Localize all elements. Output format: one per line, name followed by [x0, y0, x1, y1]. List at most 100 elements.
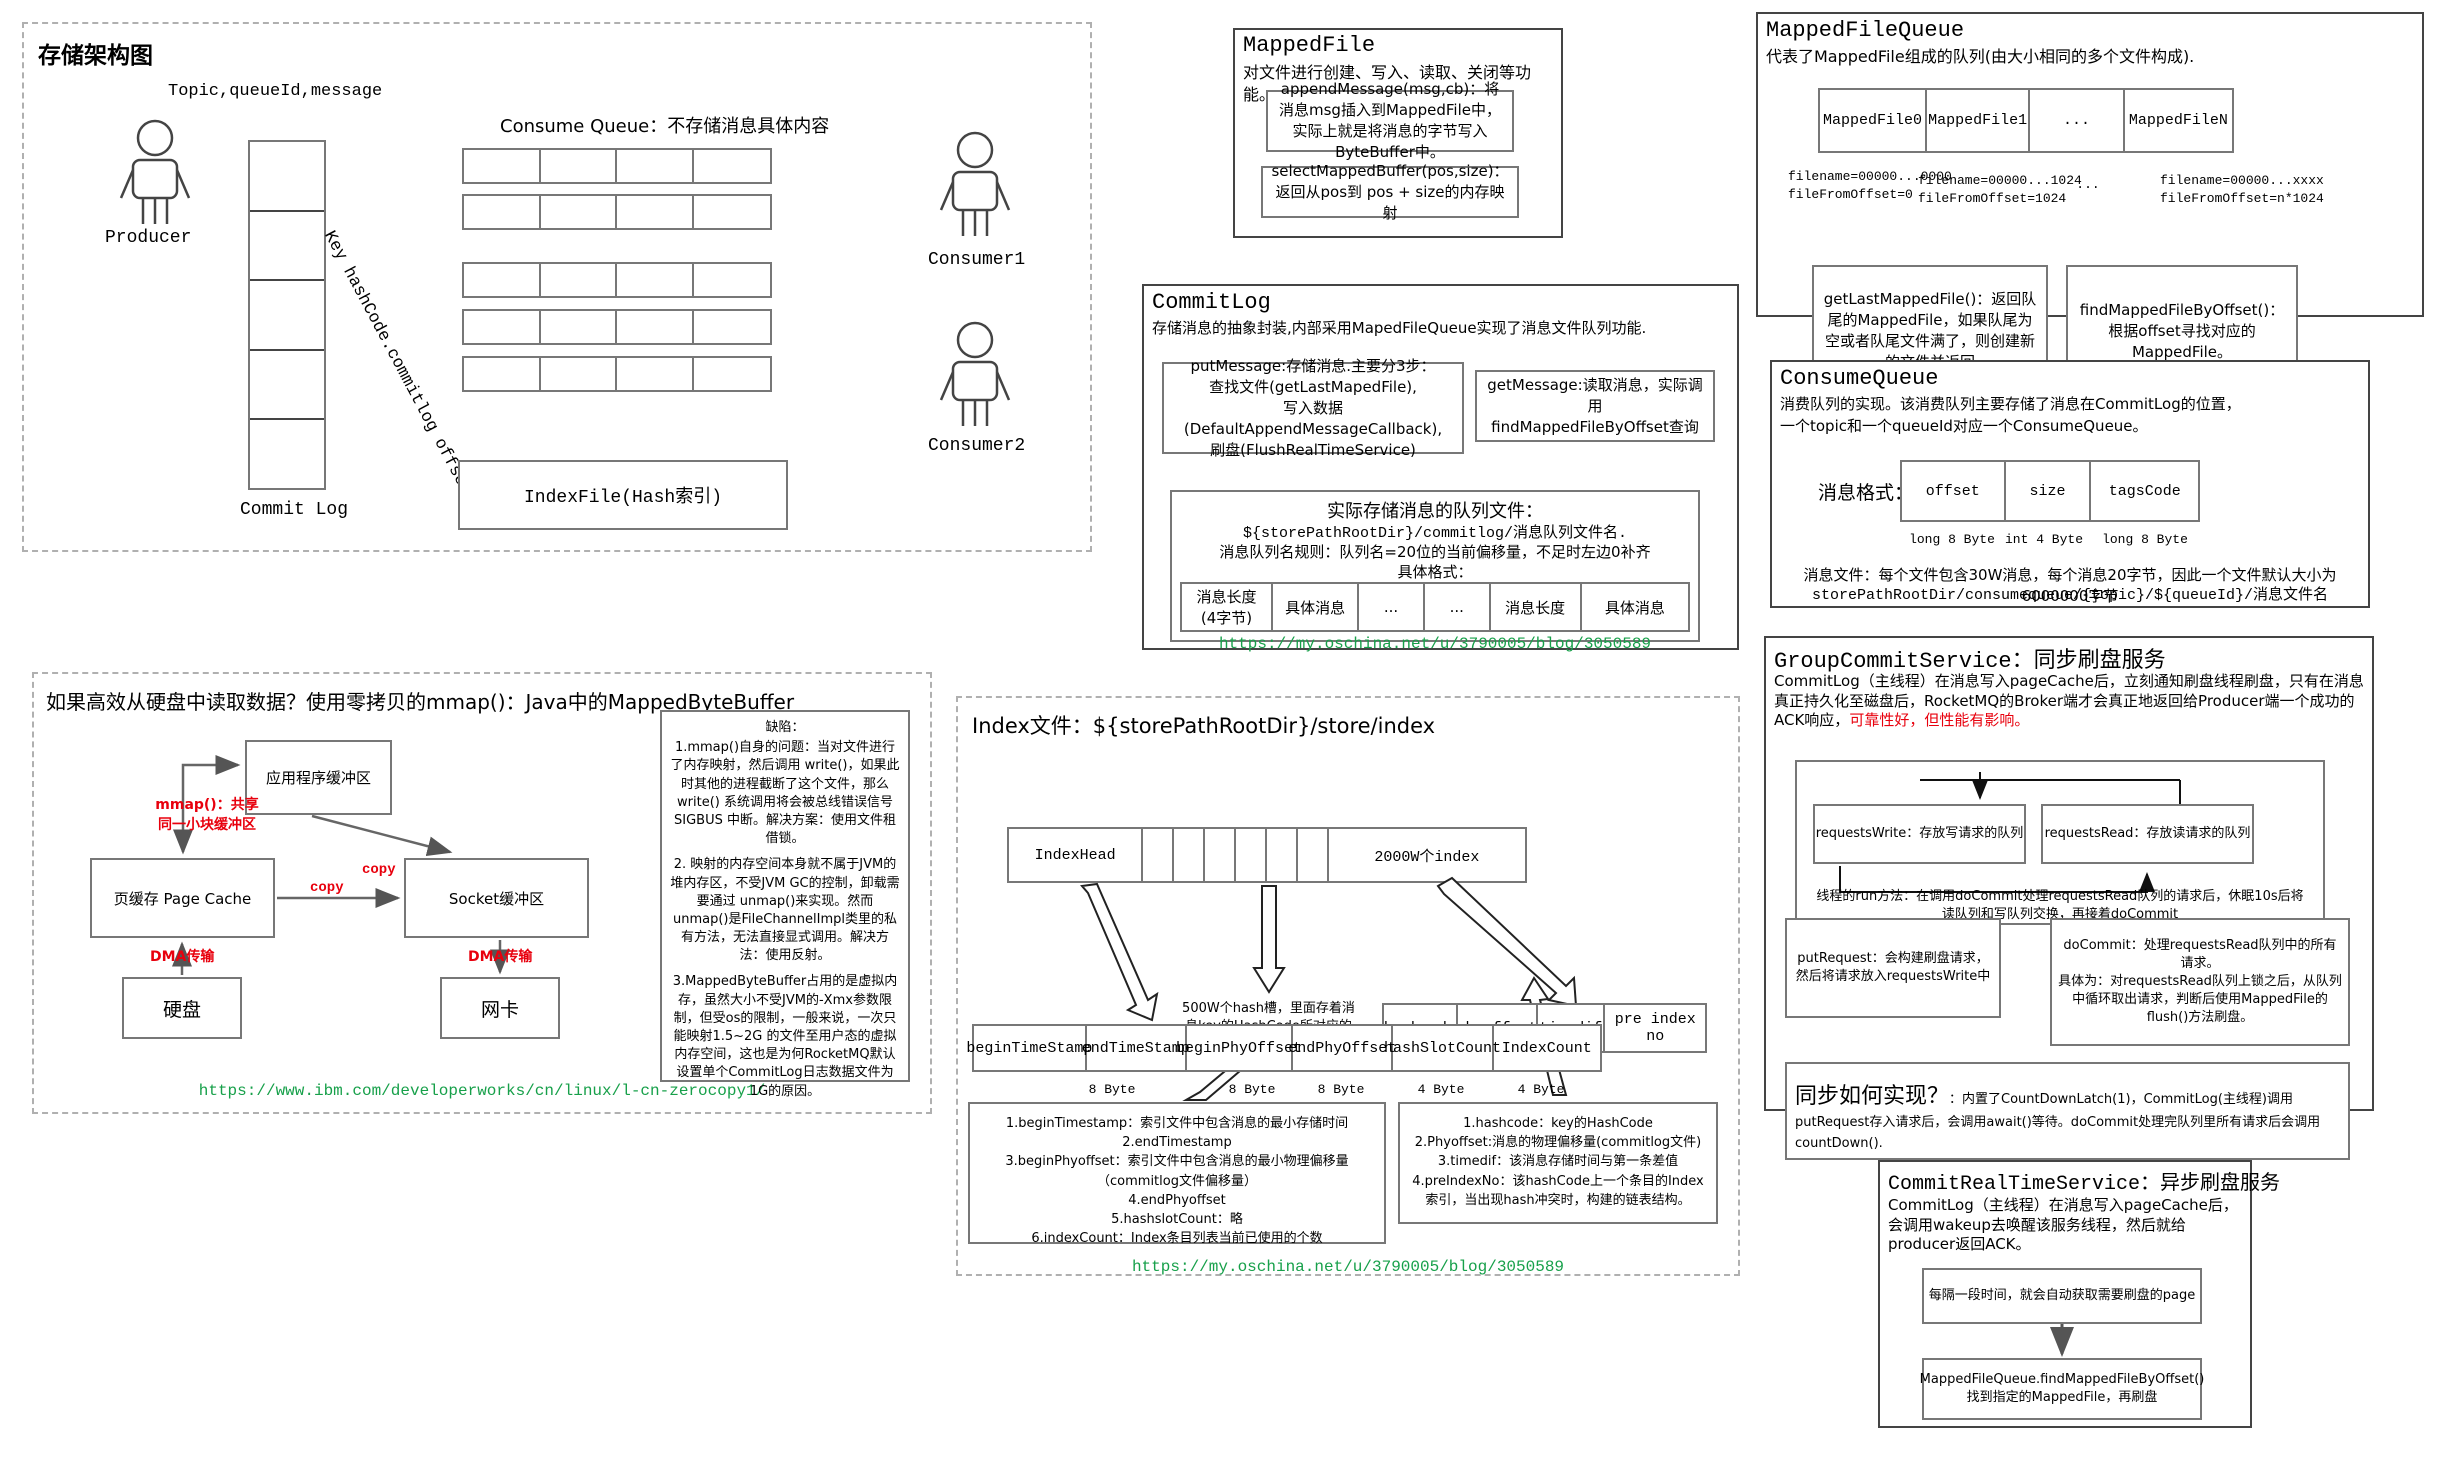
defect-item-3: 3.MappedByteBuffer占用的是虚拟内存，虽然大小不受JVM的-Xm…: [669, 973, 901, 1100]
groupcommit-title: GroupCommitService：同步刷盘服务: [1774, 642, 2166, 674]
format-cell: ...: [1425, 584, 1491, 630]
defect-item-1: 1.mmap()自身的问题：当对文件进行了内存映射，然后调用 write()，如…: [669, 739, 901, 848]
commit-log-label: Commit Log: [240, 500, 348, 520]
requests-write-text: requestsWrite：存放写请求的队列: [1816, 825, 2024, 843]
consumequeue-title: ConsumeQueue: [1780, 366, 1938, 391]
queue-file-title: 实际存储消息的队列文件：: [1170, 497, 1700, 523]
mappedfile-select-box: selectMappedBuffer(pos,size)：返回从pos到 pos…: [1261, 166, 1519, 218]
commit-log-segment: [250, 212, 324, 282]
commitrealtime-desc: CommitLog（主线程）在消息写入pageCache后，会调用wakeup去…: [1888, 1196, 2244, 1255]
commitrealtime-box1-text: 每隔一段时间，就会自动获取需要刷盘的page: [1929, 1287, 2195, 1305]
commitrealtime-title: CommitRealTimeService：异步刷盘服务: [1888, 1166, 2280, 1196]
copy-label-diagonal: copy: [362, 862, 396, 878]
indexfile-box: IndexFile(Hash索引): [458, 460, 788, 530]
mmap-defects-box: 缺陷： 1.mmap()自身的问题：当对文件进行了内存映射，然后调用 write…: [660, 710, 910, 1082]
storage-panel-title: 存储架构图: [38, 36, 153, 70]
cq-field-size: int 4 Byte: [1999, 531, 2089, 549]
getmessage-text: getMessage:读取消息，实际调用 findMappedFileByOff…: [1481, 375, 1709, 438]
putrequest-box: putRequest：会构建刷盘请求，然后将请求放入requestsWrite中: [1785, 918, 2001, 1018]
socket-buffer-box: Socket缓冲区: [404, 858, 589, 938]
commitrealtime-box1: 每隔一段时间，就会自动获取需要刷盘的page: [1922, 1268, 2202, 1324]
index-head-size: 8 Byte: [1076, 1081, 1148, 1099]
commit-log-column: [248, 140, 326, 490]
mappedfilequeue-cells: MappedFile0 MappedFile1 ... MappedFileN: [1818, 88, 2234, 153]
cq-field: size: [2006, 462, 2092, 520]
sync-impl-content: 同步如何实现？：内置了CountDownLatch(1)，CommitLog(主…: [1795, 1082, 2340, 1155]
format-cell: ...: [1359, 584, 1425, 630]
defects-title: 缺陷：: [669, 719, 901, 737]
dma-label-nic: DMA传输: [468, 946, 532, 966]
putmessage-box: putMessage:存储消息.主要分3步： 查找文件(getLastMaped…: [1162, 362, 1464, 454]
mappedfilequeue-title: MappedFileQueue: [1766, 18, 1964, 43]
groupcommit-desc-warn: 可靠性好，但性能有影响。: [1849, 711, 2029, 729]
mappedfile-append-box: appendMessage(msg,cb)：将消息msg插入到MappedFil…: [1266, 90, 1514, 152]
groupcommit-title-main: GroupCommitService：: [1774, 649, 2034, 674]
mmap-share-label: mmap()：共享 同一小块缓冲区: [137, 794, 277, 834]
consumequeue-format-label: 消息格式：: [1818, 478, 1913, 505]
index-head-field: endPhyOffset: [1293, 1026, 1393, 1070]
index-legend-right-box: 1.hashcode：key的HashCode 2.Phyoffset:消息的物…: [1398, 1102, 1718, 1224]
socket-buffer-label: Socket缓冲区: [449, 888, 544, 909]
consume-queue-row: [462, 309, 772, 345]
groupcommit-title-sub: 同步刷盘服务: [2034, 648, 2166, 673]
index-legend-left-text: 1.beginTimestamp：索引文件中包含消息的最小存储时间 2.endT…: [1005, 1116, 1348, 1246]
format-cell: 具体消息: [1273, 584, 1359, 630]
mappedfile-cell: ...: [2030, 90, 2125, 151]
commitlog-url[interactable]: https://my.oschina.net/u/3790005/blog/30…: [1170, 635, 1700, 653]
commitrealtime-box2: MappedFileQueue.findMappedFileByOffset()…: [1922, 1358, 2202, 1420]
consume-queue-row: [462, 194, 772, 230]
commitlog-title: CommitLog: [1152, 290, 1271, 315]
cq-field: offset: [1902, 462, 2006, 520]
mappedfile-caption: ...: [2068, 176, 2108, 194]
producer-arrow-label: Topic,queueId,message: [168, 82, 382, 101]
cq-field: tagsCode: [2091, 462, 2198, 520]
index-entry-field: pre index no: [1605, 1005, 1705, 1051]
producer-label: Producer: [105, 228, 191, 248]
consumequeue-desc-1: 消费队列的实现。该消费队列主要存储了消息在CommitLog的位置，: [1780, 394, 2360, 414]
page-cache-label: 页缓存 Page Cache: [114, 888, 252, 909]
index-file-layout: IndexHead 2000W个index: [1007, 827, 1527, 883]
disk-label: 硬盘: [163, 995, 201, 1022]
commitrealtime-title-sub: 异步刷盘服务: [2160, 1170, 2280, 1194]
consumer1-label: Consumer1: [928, 250, 1025, 270]
index-legend-right-text: 1.hashcode：key的HashCode 2.Phyoffset:消息的物…: [1412, 1116, 1703, 1208]
index-head-cell: IndexHead: [1009, 829, 1143, 881]
mappedfile-cell: MappedFileN: [2125, 90, 2232, 151]
nic-label: 网卡: [481, 995, 519, 1022]
disk-box: 硬盘: [122, 977, 242, 1039]
index-head-field: beginPhyOffset: [1187, 1026, 1293, 1070]
index-count-cell: 2000W个index: [1329, 829, 1525, 881]
index-head-size: 4 Byte: [1405, 1081, 1477, 1099]
index-url[interactable]: https://my.oschina.net/u/3790005/blog/30…: [968, 1258, 1728, 1276]
mappedfile-append-text: appendMessage(msg,cb)：将消息msg插入到MappedFil…: [1274, 79, 1506, 163]
nic-box: 网卡: [440, 977, 560, 1039]
commitrealtime-title-main: CommitRealTimeService：: [1888, 1173, 2160, 1196]
copy-label-horizontal: copy: [310, 880, 344, 896]
mappedfile-cell: MappedFile0: [1820, 90, 1927, 151]
index-head-field: endTimeStamp: [1087, 1026, 1187, 1070]
page-cache-box: 页缓存 Page Cache: [90, 858, 275, 938]
commitlog-desc: 存储消息的抽象封装,内部采用MapedFileQueue实现了消息文件队列功能.: [1152, 318, 1732, 338]
mappedfile-caption: filename=00000...1024 fileFromOffset=102…: [1918, 172, 2036, 208]
cq-field-size: long 8 Byte: [2090, 531, 2200, 549]
format-cell: 具体消息: [1582, 584, 1688, 630]
docommit-text: doCommit：处理requestsRead队列中的所有请求。 具体为：对re…: [2057, 937, 2343, 1028]
app-buffer-label: 应用程序缓冲区: [266, 767, 371, 788]
consume-queue-row: [462, 356, 772, 392]
cq-field-size: long 8 Byte: [1900, 531, 2004, 549]
index-head-field: beginTimeStamp: [974, 1026, 1087, 1070]
commit-log-segment: [250, 420, 324, 488]
index-legend-left-box: 1.beginTimestamp：索引文件中包含消息的最小存储时间 2.endT…: [968, 1102, 1386, 1244]
sync-impl-title: 同步如何实现？: [1795, 1084, 1949, 1109]
index-head-size: 8 Byte: [1305, 1081, 1377, 1099]
commitlog-format-table: 消息长度 (4字节) 具体消息 ... ... 消息长度 具体消息: [1180, 582, 1690, 632]
index-head-size: 8 Byte: [1216, 1081, 1288, 1099]
requests-write-box: requestsWrite：存放写请求的队列: [1813, 804, 2026, 864]
defect-item-2: 2. 映射的内存空间本身就不属于JVM的堆内存区，不受JVM GC的控制，卸载需…: [669, 856, 901, 965]
queue-file-line3: 具体格式：: [1170, 561, 1700, 582]
getmessage-box: getMessage:读取消息，实际调用 findMappedFileByOff…: [1475, 370, 1715, 442]
dma-label-disk: DMA传输: [150, 946, 214, 966]
index-head-field: hashSlotCount: [1393, 1026, 1493, 1070]
queue-file-line1: ${storePathRootDir}/commitlog/消息队列文件名.: [1170, 521, 1700, 542]
findmappedfilebyoffset-text: findMappedFileByOffset()：根据offset寻找对应的Ma…: [2074, 300, 2290, 363]
